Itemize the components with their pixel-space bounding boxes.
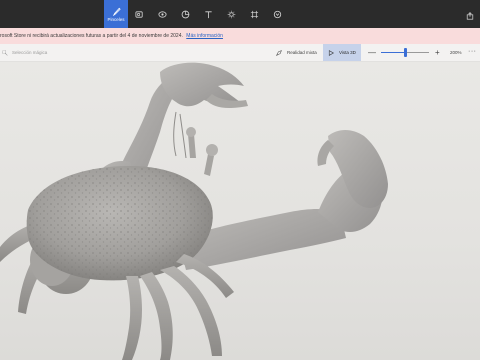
crab-antenna-left [173,111,177,157]
tool-3d-shapes[interactable] [151,0,174,28]
tool-3d-library[interactable] [266,0,289,28]
view-3d-icon [328,49,334,56]
text-icon [205,10,212,18]
shapes-3d-icon [158,10,167,18]
mixed-reality-button[interactable]: Realidad mixta [276,44,317,61]
canvas-icon [250,10,259,18]
view-3d-label: Vista 3D [339,50,356,55]
deprecation-notice: rosoft Store ni recibirá actualizaciones… [0,28,480,44]
main-toolbar: Pinceles [0,0,480,28]
tool-2d-shapes[interactable] [128,0,151,28]
crab-model[interactable] [0,62,480,360]
zoom-slider-fill [381,52,405,53]
share-button[interactable] [466,12,474,20]
view-toolbar: Selección mágica Realidad mixta Vista 3D… [0,44,480,62]
zoom-slider-thumb[interactable] [404,48,407,57]
mixed-reality-icon [276,49,282,56]
brushes-icon [112,7,121,16]
mixed-reality-label: Realidad mixta [287,50,317,55]
notice-text: rosoft Store ni recibirá actualizaciones… [0,33,183,39]
tool-text[interactable] [197,0,220,28]
tool-effects[interactable] [220,0,243,28]
view-3d-button[interactable]: Vista 3D [323,44,361,61]
share-icon [466,12,474,20]
more-options-button[interactable]: ··· [468,44,477,61]
more-info-link[interactable]: Más información [186,33,223,39]
crab-antenna-right [179,113,187,159]
zoom-out-button[interactable]: — [368,44,376,61]
magic-select-icon [2,49,8,56]
magic-select-button[interactable]: Selección mágica [2,44,47,61]
tool-brushes[interactable]: Pinceles [104,0,128,28]
zoom-in-button[interactable]: + [435,44,440,61]
crab-eye-left [186,127,196,137]
tool-stickers[interactable] [174,0,197,28]
effects-icon [227,10,236,18]
canvas-3d-view[interactable] [0,62,480,360]
stickers-icon [181,10,190,18]
crab-eye-right [206,144,218,156]
shapes-2d-icon [135,10,143,18]
tool-group: Pinceles [104,0,289,28]
crab-eye-stalk-right [204,154,214,176]
magic-select-label: Selección mágica [12,50,48,55]
zoom-percent: 200% [450,50,462,55]
library-3d-icon [273,10,282,18]
crab-upper-claw [160,62,244,107]
crab-front-leg-2 [140,272,173,360]
tool-canvas[interactable] [243,0,266,28]
tool-brushes-label: Pinceles [107,16,125,22]
crab-eye-stalk-left [188,134,196,158]
crab-front-leg-1 [122,276,142,360]
